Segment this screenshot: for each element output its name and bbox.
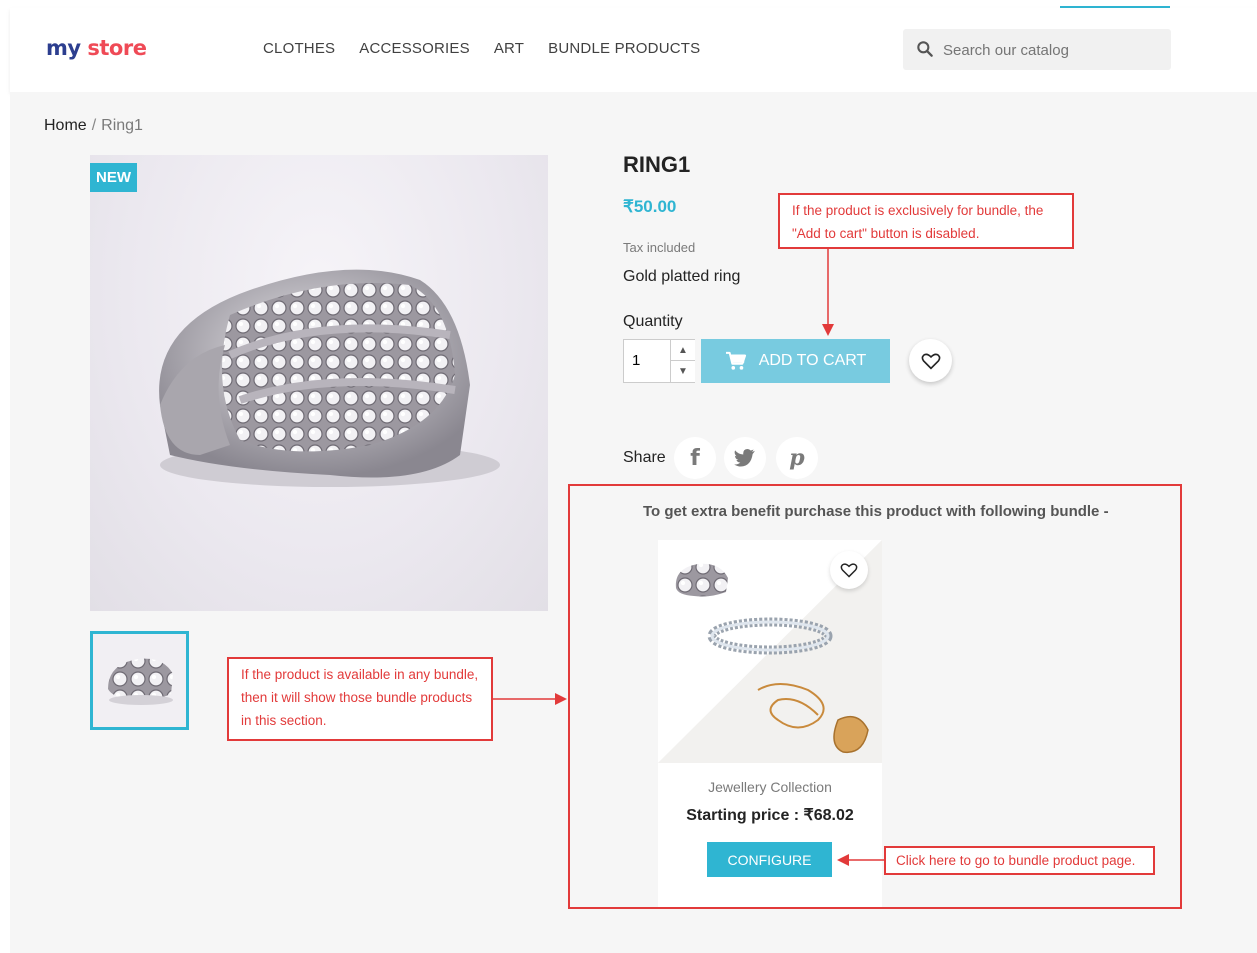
nav-bundle-products[interactable]: BUNDLE PRODUCTS [548, 40, 700, 57]
facebook-icon: f [690, 445, 700, 471]
wishlist-button[interactable] [909, 339, 952, 382]
ring-image [159, 269, 500, 487]
logo-text-my: my [46, 36, 81, 60]
pinterest-share-button[interactable]: p [776, 437, 818, 479]
product-price: ₹50.00 [623, 197, 677, 216]
quantity-stepper: ▲ ▼ [623, 339, 695, 383]
heart-icon [840, 563, 858, 578]
site-header: my store CLOTHES ACCESSORIES ART BUNDLE … [10, 8, 1257, 92]
product-title: RING1 [623, 152, 691, 177]
logo-text-store: store [80, 36, 147, 60]
search-icon[interactable] [915, 39, 935, 59]
twitter-share-button[interactable] [724, 437, 766, 479]
quantity-decrease-button[interactable]: ▼ [670, 361, 695, 382]
annotation-configure: Click here to go to bundle product page. [884, 846, 1155, 875]
bundle-starting-price: Starting price : ₹68.02 [686, 807, 854, 824]
nav-clothes[interactable]: CLOTHES [263, 40, 335, 57]
add-to-cart-label: ADD TO CART [758, 352, 867, 369]
search-box [903, 29, 1171, 70]
configure-button[interactable]: CONFIGURE [707, 842, 832, 877]
nav-art[interactable]: ART [494, 40, 524, 57]
bundle-product-name[interactable]: Jewellery Collection [658, 779, 882, 795]
search-input[interactable] [943, 39, 1153, 61]
bundle-wishlist-button[interactable] [830, 551, 868, 589]
product-description: Gold platted ring [623, 268, 741, 285]
main-nav: CLOTHES ACCESSORIES ART BUNDLE PRODUCTS [263, 40, 700, 57]
breadcrumb-separator: / [91, 117, 97, 134]
heart-icon [921, 353, 940, 370]
breadcrumb-home[interactable]: Home [44, 117, 87, 134]
quantity-label: Quantity [623, 313, 683, 330]
facebook-share-button[interactable]: f [674, 437, 716, 479]
store-logo[interactable]: my store [46, 36, 147, 60]
quantity-input[interactable] [632, 352, 662, 369]
nav-accessories[interactable]: ACCESSORIES [359, 40, 470, 57]
ring-thumbnail-image [93, 634, 186, 727]
product-main-image[interactable] [90, 155, 548, 611]
quantity-increase-button[interactable]: ▲ [670, 340, 695, 361]
twitter-icon [734, 449, 755, 467]
product-thumbnail[interactable] [90, 631, 189, 730]
annotation-add-to-cart: If the product is exclusively for bundle… [778, 193, 1074, 249]
annotation-bundle-section: If the product is available in any bundl… [227, 657, 493, 741]
breadcrumb: Home / Ring1 [44, 117, 143, 135]
new-badge: NEW [90, 163, 137, 192]
bundle-heading: To get extra benefit purchase this produ… [643, 503, 1109, 520]
tax-note: Tax included [623, 240, 696, 255]
share-label: Share [623, 449, 666, 466]
add-to-cart-button[interactable]: ADD TO CART [701, 339, 890, 383]
pinterest-icon: p [789, 445, 805, 471]
chevron-down-icon: ▼ [678, 366, 688, 377]
breadcrumb-current: Ring1 [101, 117, 143, 134]
cart-icon [725, 351, 746, 370]
chevron-up-icon: ▲ [678, 345, 688, 356]
